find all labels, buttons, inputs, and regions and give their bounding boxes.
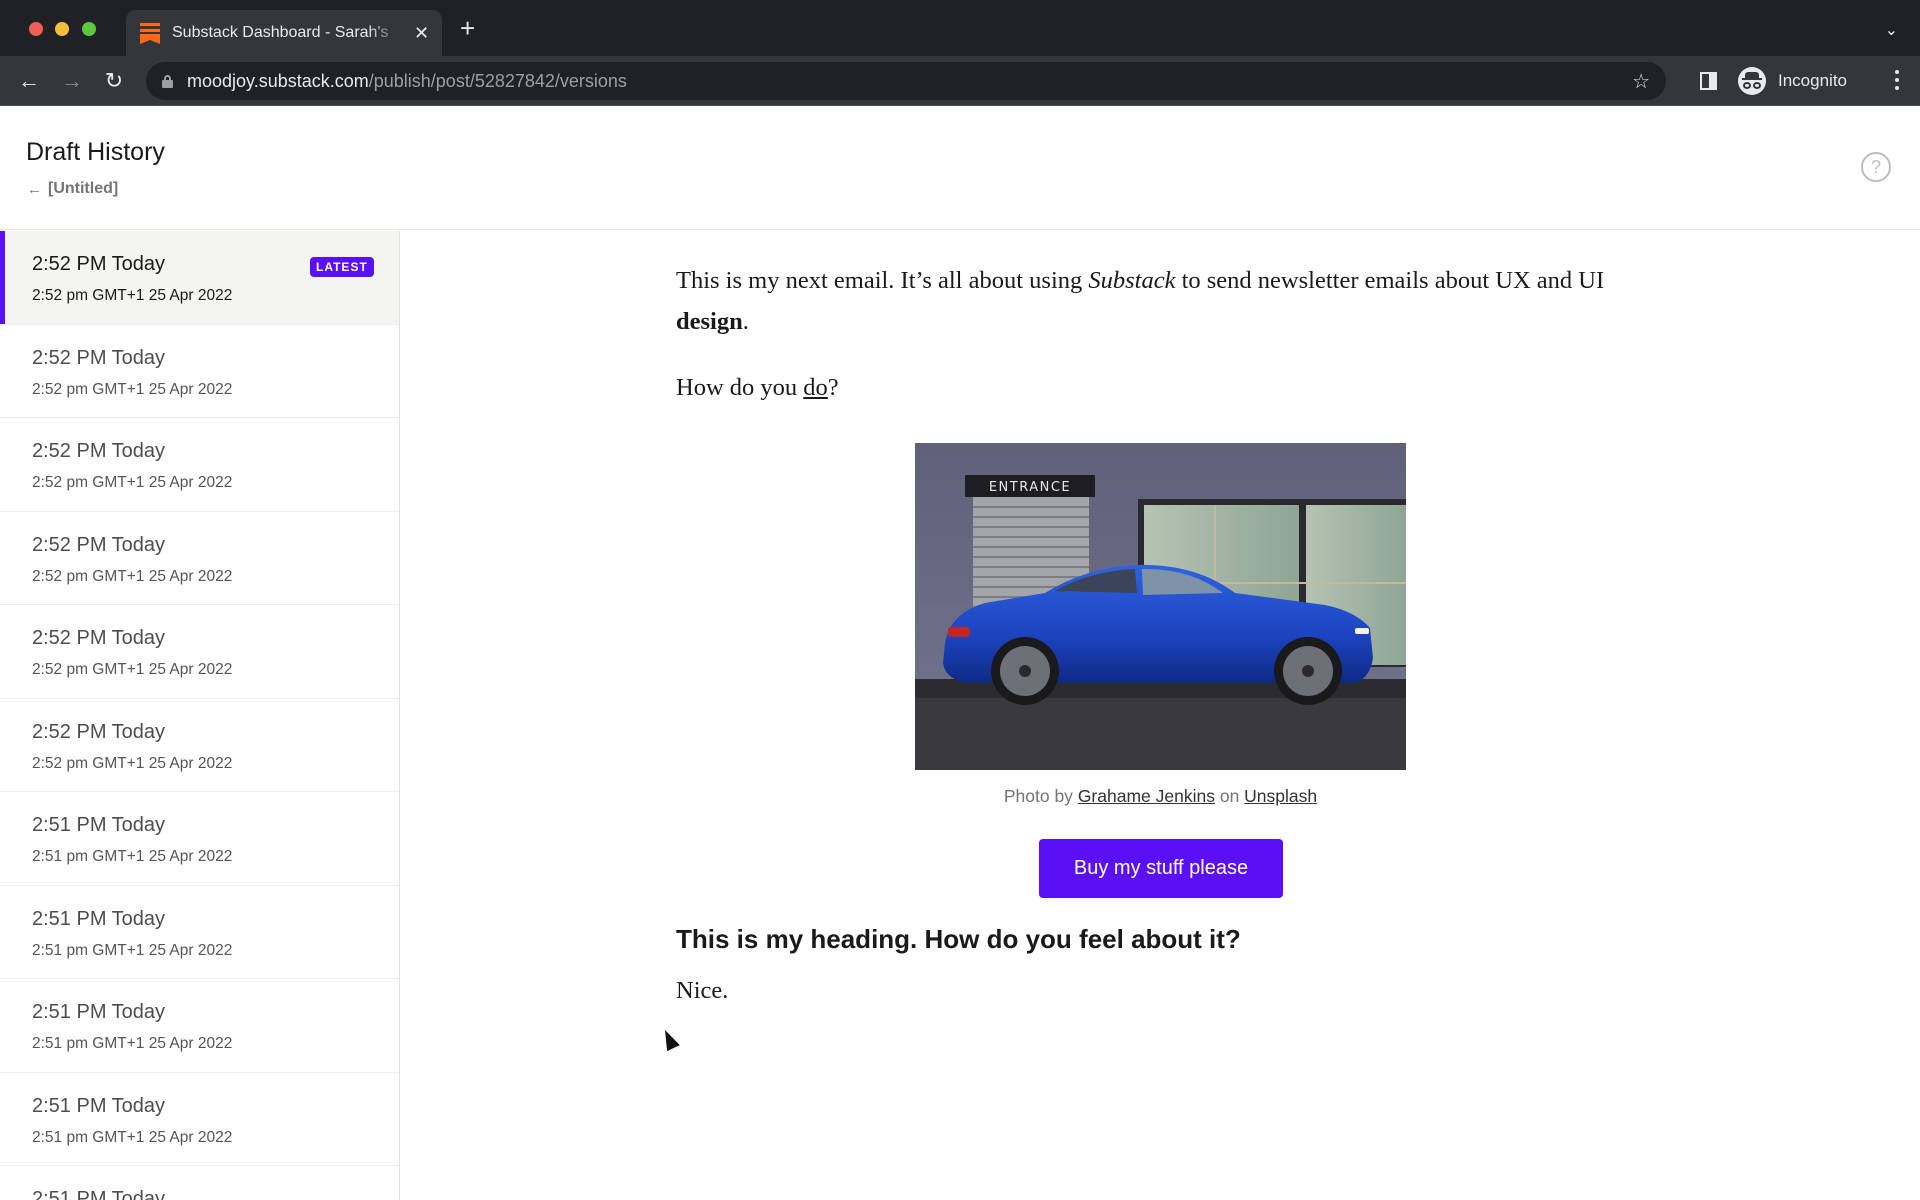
bookmark-star-icon[interactable]: ☆	[1632, 69, 1650, 94]
unsplash-link[interactable]: Unsplash	[1244, 786, 1317, 806]
lock-icon[interactable]	[162, 74, 173, 88]
text: ?	[827, 374, 839, 401]
buy-my-stuff-button[interactable]: Buy my stuff please	[1039, 839, 1283, 898]
car-photo: ENTRANCE	[915, 443, 1406, 770]
version-list-item[interactable]: 2:52 PM Today 2:52 pm GMT+1 25 Apr 2022	[0, 698, 399, 792]
close-window-button[interactable]	[29, 22, 43, 36]
url-path: /publish/post/52827842/versions	[368, 70, 627, 91]
version-list-item[interactable]: 2:51 PM Today 2:51 pm GMT+1 25 Apr 2022	[0, 979, 399, 1073]
version-timestamp: 2:52 pm GMT+1 25 Apr 2022	[32, 567, 233, 585]
version-list-item[interactable]: 2:51 PM Today 2:51 pm GMT+1 25 Apr 2022	[0, 1072, 399, 1166]
version-timestamp: 2:52 pm GMT+1 25 Apr 2022	[32, 754, 233, 772]
tab-close-icon[interactable]: ✕	[414, 23, 429, 44]
back-arrow-icon[interactable]: ←	[14, 66, 44, 96]
paragraph-question: How do you do?	[676, 367, 1676, 408]
version-list-item[interactable]: 2:51 PM Today 2:51 pm GMT+1 25 Apr 2022	[0, 885, 399, 979]
version-time: 2:52 PM Today	[32, 627, 166, 649]
version-list-item[interactable]: 2:52 PM Today 2:52 pm GMT+1 25 Apr 2022 LA…	[0, 231, 399, 325]
text: This is my next email. It’s all about us…	[676, 267, 1089, 294]
help-icon[interactable]: ?	[1861, 152, 1891, 182]
version-timestamp: 2:51 pm GMT+1 25 Apr 2022	[32, 848, 233, 865]
browser-titlebar: Substack Dashboard - Sarah's ✕ + ⌄	[0, 0, 1920, 56]
arrow-left-icon: ←	[27, 180, 42, 198]
incognito-icon	[1738, 67, 1766, 95]
version-timestamp: 2:51 pm GMT+1 25 Apr 2022	[32, 941, 233, 959]
image-caption: Photo by Grahame Jenkins on Unsplash	[915, 786, 1406, 807]
paragraph-intro: This is my next email. It’s all about us…	[676, 260, 1676, 342]
substack-favicon-icon	[140, 22, 160, 44]
maximize-window-button[interactable]	[82, 22, 96, 36]
version-timestamp: 2:51 pm GMT+1 25 Apr 2022	[32, 1128, 233, 1146]
version-time: 2:52 PM Today	[32, 720, 166, 743]
browser-tab[interactable]: Substack Dashboard - Sarah's ✕	[126, 10, 442, 56]
version-time: 2:52 PM Today	[32, 440, 166, 462]
entrance-sign: ENTRANCE	[989, 480, 1071, 495]
latest-badge: LATEST	[310, 257, 374, 277]
profile-label: Incognito	[1778, 71, 1847, 90]
address-bar[interactable]: moodjoy.substack.com/publish/post/528278…	[146, 62, 1666, 100]
underlined-text: do	[803, 374, 828, 401]
version-timestamp: 2:52 pm GMT+1 25 Apr 2022	[32, 287, 233, 304]
url-host: moodjoy.substack.com	[187, 70, 369, 91]
mouse-cursor-icon	[658, 1027, 680, 1052]
forward-arrow-icon[interactable]: →	[57, 66, 87, 96]
incognito-profile-button[interactable]: Incognito	[1734, 62, 1865, 100]
page-title: Draft History	[26, 138, 165, 166]
text: How do you	[676, 374, 804, 401]
version-time: 2:51 PM Today	[32, 907, 166, 930]
page-header: Draft History ← [Untitled] ?	[0, 106, 1920, 230]
paragraph-closing: Nice.	[676, 977, 729, 1004]
version-list: 2:52 PM Today 2:52 pm GMT+1 25 Apr 2022 LA…	[0, 231, 400, 1200]
version-list-item[interactable]: 2:51 PM Today	[0, 1166, 399, 1200]
bold-text: design	[676, 308, 743, 335]
browser-menu-kebab-icon[interactable]	[1894, 68, 1900, 94]
version-list-item[interactable]: 2:51 PM Today 2:51 pm GMT+1 25 Apr 2022	[0, 792, 399, 886]
version-time: 2:51 PM Today	[32, 1094, 166, 1117]
version-time: 2:51 PM Today	[32, 1001, 166, 1023]
text: .	[742, 308, 749, 335]
version-time: 2:51 PM Today	[32, 1188, 166, 1200]
reload-icon[interactable]: ↻	[99, 66, 129, 96]
caption-text: on	[1214, 786, 1245, 806]
minimize-window-button[interactable]	[55, 22, 69, 36]
version-list-item[interactable]: 2:52 PM Today 2:52 pm GMT+1 25 Apr 2022	[0, 324, 399, 418]
back-to-post-link[interactable]: ← [Untitled]	[27, 180, 118, 198]
version-timestamp: 2:52 pm GMT+1 25 Apr 2022	[32, 380, 233, 398]
back-link-label: [Untitled]	[48, 180, 119, 197]
version-timestamp: 2:51 pm GMT+1 25 Apr 2022	[32, 1035, 233, 1052]
side-panel-icon[interactable]	[1700, 72, 1717, 90]
image-figure: ENTRANCE Photo by Grahame Jenkins on Uns…	[915, 443, 1406, 807]
car-photo-illustration: ENTRANCE	[915, 443, 1406, 770]
tab-search-chevron-down-icon[interactable]: ⌄	[1885, 20, 1898, 40]
browser-toolbar: ← → ↻ moodjoy.substack.com/publish/post/…	[0, 56, 1920, 106]
caption-text: Photo by	[1003, 786, 1078, 806]
photographer-link[interactable]: Grahame Jenkins	[1078, 786, 1215, 806]
post-preview: This is my next email. It’s all about us…	[676, 260, 1676, 1004]
version-list-item[interactable]: 2:52 PM Today 2:52 pm GMT+1 25 Apr 2022	[0, 605, 399, 699]
text: to send newsletter emails about UX and U…	[1175, 267, 1605, 294]
version-list-item[interactable]: 2:52 PM Today 2:52 pm GMT+1 25 Apr 2022	[0, 418, 399, 512]
version-time: 2:52 PM Today	[32, 346, 166, 369]
version-time: 2:51 PM Today	[32, 814, 166, 836]
tab-title: Substack Dashboard - Sarah's	[172, 24, 389, 41]
version-time: 2:52 PM Today	[32, 533, 166, 556]
version-timestamp: 2:52 pm GMT+1 25 Apr 2022	[32, 474, 233, 491]
new-tab-button[interactable]: +	[460, 15, 475, 41]
post-heading: This is my heading. How do you feel abou…	[676, 924, 1241, 954]
version-list-item[interactable]: 2:52 PM Today 2:52 pm GMT+1 25 Apr 2022	[0, 511, 399, 605]
version-timestamp: 2:52 pm GMT+1 25 Apr 2022	[32, 661, 233, 678]
italic-text: Substack	[1088, 267, 1176, 294]
